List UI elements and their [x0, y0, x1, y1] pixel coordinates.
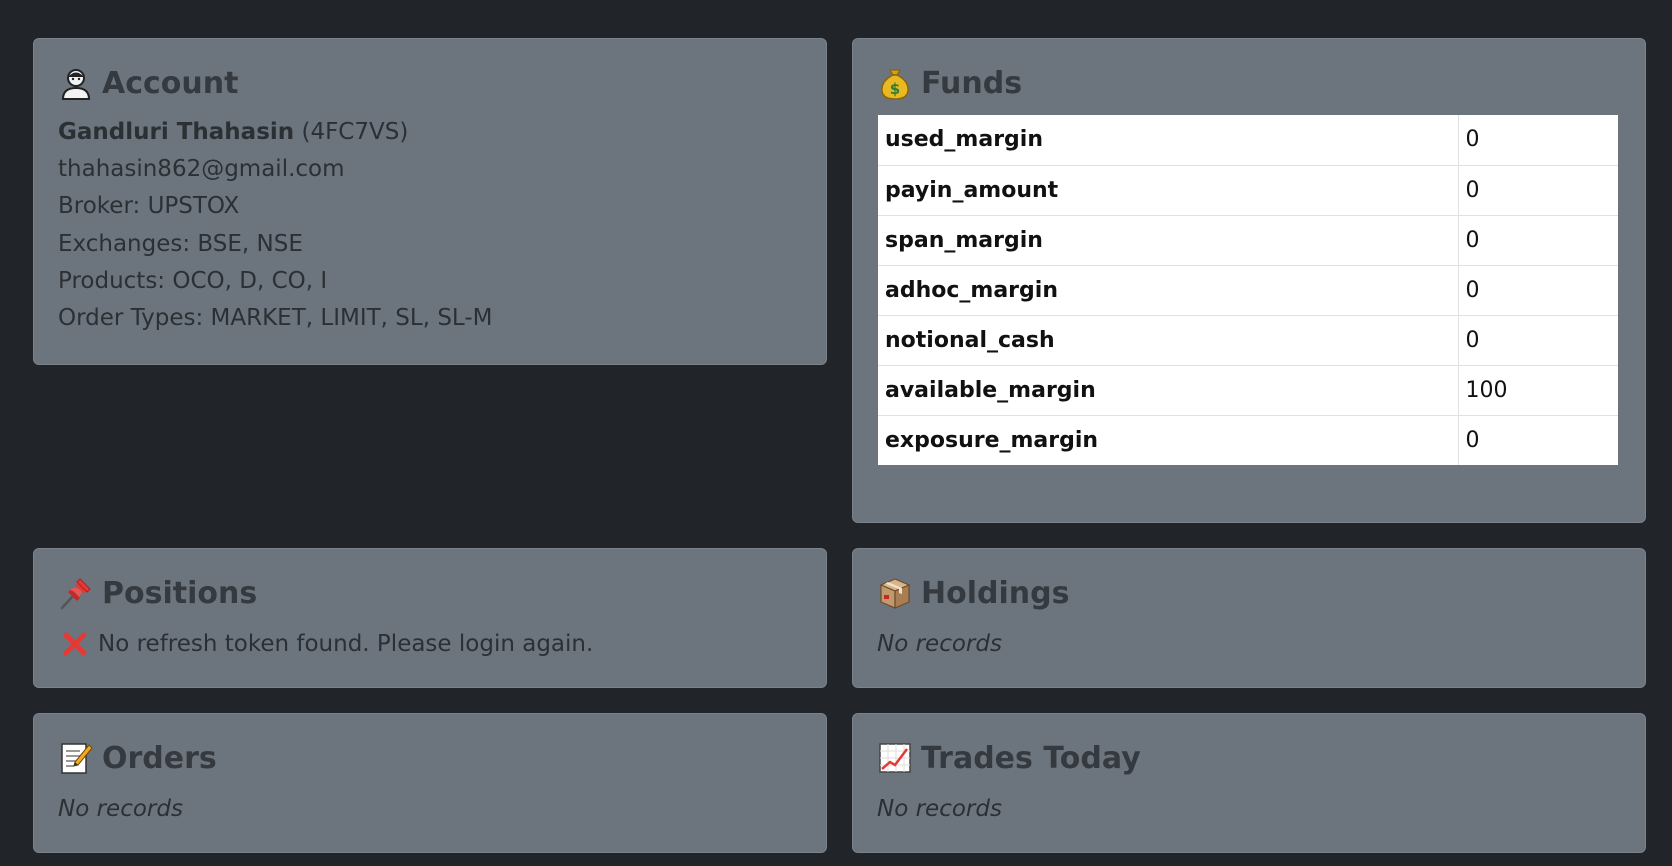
funds-value: 0	[1458, 215, 1618, 266]
trades-title: Trades Today	[921, 740, 1141, 776]
account-broker: Broker: UPSTOX	[58, 193, 240, 219]
package-icon	[877, 575, 913, 611]
account-title: Account	[102, 65, 239, 101]
table-row: adhoc_margin 0	[878, 265, 1618, 316]
funds-key: payin_amount	[878, 165, 1459, 216]
account-order-types: Order Types: MARKET, LIMIT, SL, SL-M	[58, 305, 493, 331]
funds-key: used_margin	[878, 115, 1459, 166]
funds-value: 0	[1458, 265, 1618, 316]
holdings-empty-message: No records	[877, 631, 1002, 657]
cross-mark-icon	[62, 631, 88, 657]
funds-value: 0	[1458, 165, 1618, 216]
memo-icon	[58, 740, 94, 776]
account-products: Products: OCO, D, CO, I	[58, 268, 328, 294]
funds-heading: $ Funds	[877, 65, 1022, 101]
funds-title: Funds	[921, 65, 1023, 101]
orders-card: Orders No records	[33, 713, 827, 853]
account-name: Gandluri Thahasin	[58, 119, 295, 145]
trades-empty-message: No records	[877, 796, 1002, 822]
funds-value: 0	[1458, 315, 1618, 366]
positions-error: No refresh token found. Please login aga…	[62, 631, 593, 657]
account-card: Account Gandluri Thahasin (4FC7VS) thaha…	[33, 38, 827, 365]
holdings-heading: Holdings	[877, 575, 1069, 611]
funds-key: adhoc_margin	[878, 265, 1459, 316]
account-email: thahasin862@gmail.com	[58, 156, 345, 182]
trades-heading: Trades Today	[877, 740, 1141, 776]
table-row: available_margin 100	[878, 365, 1618, 416]
funds-value: 0	[1465, 427, 1480, 453]
funds-value: 0	[1458, 115, 1618, 166]
account-client-id: (4FC7VS)	[301, 119, 409, 145]
positions-card: Positions No refresh token found. Please…	[33, 548, 827, 688]
table-row: exposure_margin 0	[878, 415, 1618, 465]
funds-card: $ Funds used_margin 0 payin_amount 0 spa…	[852, 38, 1646, 523]
positions-message: No refresh token found. Please login aga…	[98, 631, 594, 657]
table-row: used_margin 0	[878, 115, 1618, 166]
trades-card: Trades Today No records	[852, 713, 1646, 853]
funds-key: notional_cash	[878, 315, 1459, 366]
holdings-title: Holdings	[921, 575, 1070, 611]
funds-key: available_margin	[878, 365, 1459, 416]
svg-text:$: $	[890, 80, 900, 98]
account-heading: Account	[58, 65, 238, 101]
funds-key: exposure_margin	[878, 415, 1459, 465]
account-name-line: Gandluri Thahasin (4FC7VS)	[58, 119, 408, 145]
positions-title: Positions	[102, 575, 258, 611]
orders-title: Orders	[102, 740, 217, 776]
account-exchanges: Exchanges: BSE, NSE	[58, 231, 303, 257]
funds-value: 100	[1458, 365, 1618, 416]
money-bag-icon: $	[877, 65, 913, 101]
orders-empty-message: No records	[58, 796, 183, 822]
funds-key: span_margin	[878, 215, 1459, 266]
table-row: payin_amount 0	[878, 165, 1618, 216]
holdings-card: Holdings No records	[852, 548, 1646, 688]
positions-heading: Positions	[58, 575, 257, 611]
funds-table: used_margin 0 payin_amount 0 span_margin…	[878, 115, 1618, 465]
table-row: span_margin 0	[878, 215, 1618, 266]
table-row: notional_cash 0	[878, 315, 1618, 366]
chart-increasing-icon	[877, 740, 913, 776]
user-icon	[58, 65, 94, 101]
pushpin-icon	[58, 575, 94, 611]
orders-heading: Orders	[58, 740, 217, 776]
